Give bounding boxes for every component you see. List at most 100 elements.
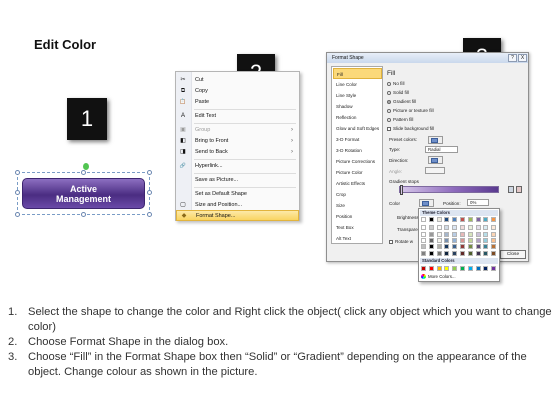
color-swatch[interactable] [436,231,442,237]
color-swatch[interactable] [475,250,481,256]
nav-item-fill[interactable]: Fill [333,68,382,79]
standard-color-swatch[interactable] [491,266,497,271]
color-swatch[interactable] [483,231,489,237]
color-swatch[interactable] [428,231,434,237]
menu-item-send-to-back[interactable]: ◨ Send to Back › [176,147,299,158]
color-swatch[interactable] [428,244,434,250]
nav-item-artistic-effects[interactable]: Artistic Effects [333,178,382,189]
menu-item-bring-to-front[interactable]: ◧ Bring to Front › [176,136,299,147]
color-swatch[interactable] [436,237,442,243]
color-swatch[interactable] [421,231,426,237]
color-swatch[interactable] [491,244,497,250]
resize-handle[interactable] [81,170,86,175]
color-swatch[interactable] [452,217,458,222]
color-swatch[interactable] [444,217,450,222]
resize-handle[interactable] [147,212,152,217]
color-swatch[interactable] [460,231,465,237]
active-management-shape[interactable]: Active Management [22,178,145,209]
more-colors-link[interactable]: More Colors... [421,274,456,280]
color-swatch[interactable] [467,217,473,222]
radio-picture-fill[interactable]: Picture or texture fill [387,107,434,114]
radio-gradient-fill[interactable]: Gradient fill [387,98,416,105]
color-swatch[interactable] [444,231,450,237]
gradient-stops-bar[interactable] [399,186,499,193]
resize-handle[interactable] [15,212,20,217]
preset-colors-button[interactable] [428,136,443,144]
menu-item-copy[interactable]: ⧉ Copy [176,86,299,97]
standard-color-swatch[interactable] [460,266,465,271]
color-swatch[interactable] [452,237,458,243]
resize-handle[interactable] [81,212,86,217]
color-swatch[interactable] [475,237,481,243]
selected-shape-frame[interactable]: Active Management [15,170,152,217]
checkbox-rotate[interactable]: Rotate w [389,238,413,245]
menu-item-edit-text[interactable]: A Edit Text [176,111,299,122]
help-button[interactable]: ? [508,54,517,62]
nav-item-glow[interactable]: Glow and Soft Edges [333,123,382,134]
color-swatch[interactable] [421,217,426,222]
standard-color-swatch[interactable] [436,266,442,271]
standard-color-swatch[interactable] [483,266,489,271]
color-swatch[interactable] [421,244,426,250]
color-swatch[interactable] [467,250,473,256]
color-swatch[interactable] [421,237,426,243]
radio-pattern-fill[interactable]: Pattern fill [387,116,413,123]
color-swatch[interactable] [444,244,450,250]
type-select[interactable]: Radial [425,146,458,153]
color-swatch[interactable] [444,237,450,243]
color-swatch[interactable] [452,250,458,256]
color-swatch[interactable] [491,225,497,231]
color-swatch[interactable] [452,244,458,250]
nav-item-alt-text[interactable]: Alt Text [333,233,382,244]
color-swatch[interactable] [475,244,481,250]
nav-item-3d-format[interactable]: 3-D Format [333,134,382,145]
color-swatch[interactable] [483,237,489,243]
resize-handle[interactable] [15,190,20,195]
resize-handle[interactable] [147,190,152,195]
color-swatch[interactable] [483,244,489,250]
color-swatch[interactable] [452,231,458,237]
nav-item-crop[interactable]: Crop [333,189,382,200]
nav-item-line-style[interactable]: Line Style [333,90,382,101]
color-swatch[interactable] [483,225,489,231]
color-swatch[interactable] [421,250,426,256]
nav-item-shadow[interactable]: Shadow [333,101,382,112]
color-picker-button[interactable] [419,199,434,207]
standard-color-swatch[interactable] [452,266,458,271]
close-x-button[interactable]: X [518,54,527,62]
color-swatch[interactable] [467,237,473,243]
position-input[interactable]: 0% [467,199,489,206]
color-swatch[interactable] [491,237,497,243]
color-swatch[interactable] [460,217,465,222]
nav-item-line-color[interactable]: Line Color [333,79,382,90]
nav-item-3d-rotation[interactable]: 3-D Rotation [333,145,382,156]
color-swatch[interactable] [428,237,434,243]
add-stop-button[interactable] [508,186,514,193]
color-swatch[interactable] [475,231,481,237]
standard-color-swatch[interactable] [444,266,450,271]
radio-no-fill[interactable]: No fill [387,80,405,87]
nav-item-text-box[interactable]: Text Box [333,222,382,233]
color-swatch[interactable] [436,225,442,231]
color-swatch[interactable] [444,250,450,256]
resize-handle[interactable] [147,170,152,175]
color-swatch[interactable] [460,244,465,250]
color-swatch[interactable] [428,217,434,222]
nav-item-picture-corrections[interactable]: Picture Corrections [333,156,382,167]
radio-solid-fill[interactable]: Solid fill [387,89,409,96]
color-swatch[interactable] [436,250,442,256]
color-swatch[interactable] [428,250,434,256]
resize-handle[interactable] [15,170,20,175]
color-swatch[interactable] [467,244,473,250]
direction-button[interactable] [428,156,443,164]
color-swatch[interactable] [436,217,442,222]
color-swatch[interactable] [483,217,489,222]
color-swatch[interactable] [444,225,450,231]
nav-item-picture-color[interactable]: Picture Color [333,167,382,178]
menu-item-set-default-shape[interactable]: Set as Default Shape [176,189,299,200]
color-swatch[interactable] [483,250,489,256]
color-swatch[interactable] [460,237,465,243]
nav-item-reflection[interactable]: Reflection [333,112,382,123]
menu-item-paste[interactable]: 📋 Paste [176,97,299,108]
color-swatch[interactable] [491,231,497,237]
